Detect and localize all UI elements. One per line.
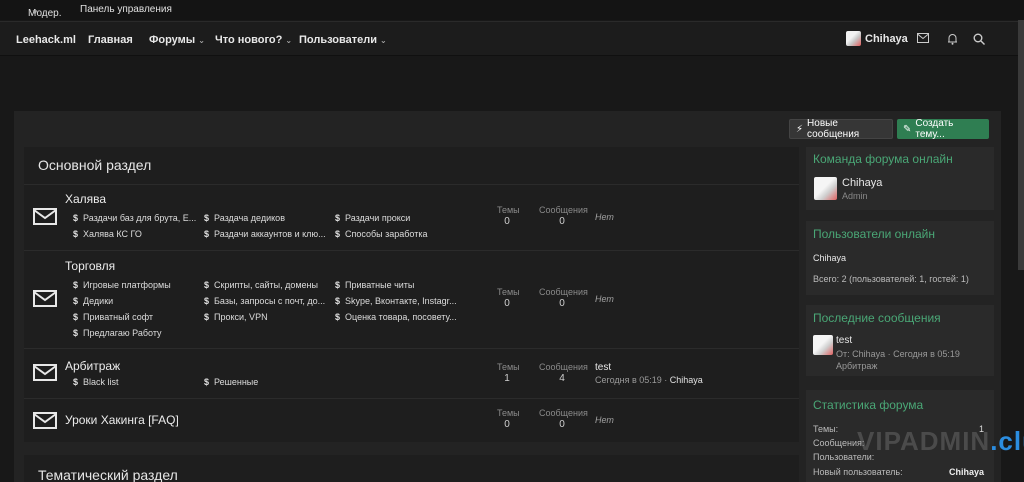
new-posts-button[interactable]: ⚡ Новые сообщения: [789, 118, 893, 140]
subforum-link[interactable]: $ Раздача дедиков: [204, 213, 285, 223]
subforum-link[interactable]: $ Игровые платформы: [73, 280, 171, 290]
stats-newest-value[interactable]: Chihaya: [949, 467, 984, 477]
widget-title[interactable]: Последние сообщения: [813, 311, 941, 325]
subforum-link[interactable]: $ Skype, Вконтакте, Instagr...: [335, 296, 457, 306]
online-user[interactable]: Chihaya: [813, 253, 846, 263]
widget-title[interactable]: Пользователи онлайн: [813, 227, 935, 241]
nav-whats-new[interactable]: Что нового? ⌄: [215, 34, 292, 46]
search-icon[interactable]: [973, 33, 985, 45]
nav-home[interactable]: Главная: [88, 34, 133, 46]
bolt-icon: ⚡: [796, 123, 804, 135]
staff-name[interactable]: Chihaya: [842, 177, 882, 189]
staff-role: Admin: [842, 191, 868, 201]
subforum-link[interactable]: $ Способы заработка: [335, 229, 428, 239]
subforum-link[interactable]: $ Оценка товара, посовету...: [335, 312, 457, 322]
threads-count: 1: [504, 373, 510, 384]
widget-title[interactable]: Команда форума онлайн: [813, 152, 953, 166]
watermark-logo: VIPADMIN.club: [857, 426, 1024, 456]
subforum-link[interactable]: $ Халява КС ГО: [73, 229, 142, 239]
subforum-link[interactable]: $ Раздачи прокси: [335, 213, 410, 223]
subforum-link[interactable]: $ Скрипты, сайты, домены: [204, 280, 318, 290]
control-panel-link[interactable]: Панель управления: [80, 4, 172, 15]
messages-label: Сообщения: [539, 287, 588, 297]
last-post-none: Нет: [595, 415, 614, 425]
subforum-link[interactable]: $ Прокси, VPN: [204, 312, 268, 322]
last-post-meta: Сегодня в 05:19 · Chihaya: [595, 375, 703, 385]
last-post-title[interactable]: test: [595, 362, 611, 373]
stats-threads-label: Темы:: [813, 424, 839, 434]
forum-envelope-icon: [33, 290, 57, 307]
messages-label: Сообщения: [539, 205, 588, 215]
stats-newest-label: Новый пользователь:: [813, 467, 903, 477]
forum-envelope-icon: [33, 364, 57, 381]
threads-count: 0: [504, 298, 510, 309]
subforum-link[interactable]: $ Приватные читы: [335, 280, 414, 290]
forum-node: [24, 348, 799, 398]
staff-bar: Модер. ▼ Панель управления: [0, 0, 1024, 20]
subforum-link[interactable]: $ Базы, запросы с почт, до...: [204, 296, 325, 306]
subforum-link[interactable]: $ Black list: [73, 377, 119, 387]
threads-count: 0: [504, 419, 510, 430]
recent-post-meta: От: Chihaya · Сегодня в 05:19: [836, 349, 960, 359]
forum-title[interactable]: Халява: [65, 192, 106, 206]
edit-icon: ✎: [903, 123, 912, 135]
online-total: Всего: 2 (пользователей: 1, гостей: 1): [813, 274, 969, 284]
threads-label: Темы: [497, 205, 520, 215]
threads-label: Темы: [497, 287, 520, 297]
username: Chihaya: [865, 32, 908, 45]
avatar[interactable]: [813, 335, 833, 355]
subforum-link[interactable]: $ Раздачи баз для брута, E...: [73, 213, 196, 223]
bell-icon[interactable]: [947, 33, 958, 45]
last-post-user[interactable]: Chihaya: [670, 375, 703, 385]
threads-count: 0: [504, 216, 510, 227]
nav-users[interactable]: Пользователи ⌄: [299, 34, 387, 46]
chevron-down-icon: ⌄: [285, 36, 293, 45]
forum-envelope-icon: [33, 412, 57, 429]
last-post-none: Нет: [595, 212, 614, 222]
messages-label: Сообщения: [539, 362, 588, 372]
subforum-link[interactable]: $ Дедики: [73, 296, 113, 306]
messages-count: 0: [559, 216, 565, 227]
category-title[interactable]: Основной раздел: [38, 157, 151, 173]
caret-down-icon: ▼: [31, 8, 39, 17]
messages-count: 0: [559, 298, 565, 309]
forum-envelope-icon: [33, 208, 57, 225]
threads-label: Темы: [497, 362, 520, 372]
widget-title[interactable]: Статистика форума: [813, 398, 923, 412]
threads-label: Темы: [497, 408, 520, 418]
forum-title[interactable]: Арбитраж: [65, 359, 120, 373]
nav-forums[interactable]: Форумы ⌄: [149, 34, 205, 46]
subforum-link[interactable]: $ Решенные: [204, 377, 258, 387]
inbox-icon[interactable]: [917, 33, 929, 43]
avatar[interactable]: [814, 177, 837, 200]
last-post-none: Нет: [595, 294, 614, 304]
messages-count: 4: [559, 373, 565, 384]
messages-count: 0: [559, 419, 565, 430]
site-logo[interactable]: Leehack.ml: [16, 34, 76, 46]
subforum-link[interactable]: $ Раздачи аккаунтов и клю...: [204, 229, 326, 239]
messages-label: Сообщения: [539, 408, 588, 418]
category-title[interactable]: Тематический раздел: [38, 467, 178, 482]
recent-post-forum[interactable]: Арбитраж: [836, 361, 877, 371]
scrollbar[interactable]: [1018, 20, 1024, 270]
chevron-down-icon: ⌄: [198, 36, 205, 45]
account-menu[interactable]: Chihaya: [846, 31, 908, 46]
avatar: [846, 31, 861, 46]
forum-title[interactable]: Торговля: [65, 259, 115, 273]
recent-post-title[interactable]: test: [836, 335, 852, 346]
forum-title[interactable]: Уроки Хакинга [FAQ]: [65, 413, 179, 427]
chevron-down-icon: ⌄: [380, 36, 387, 45]
main-navigation: Leehack.ml Главная Форумы ⌄ Что нового? ⌄ …: [0, 21, 1024, 56]
subforum-link[interactable]: $ Предлагаю Работу: [73, 328, 162, 338]
subforum-link[interactable]: $ Приватный софт: [73, 312, 153, 322]
create-thread-button[interactable]: ✎ Создать тему...: [897, 118, 989, 140]
